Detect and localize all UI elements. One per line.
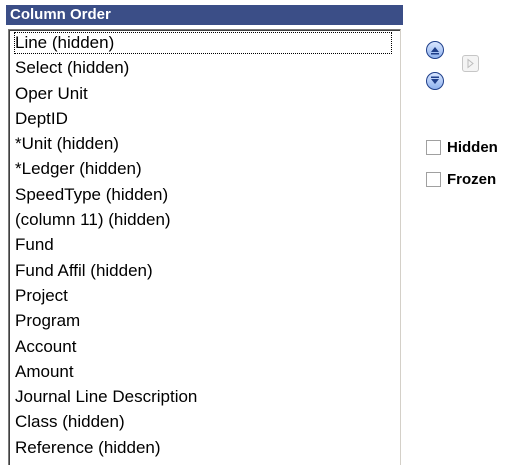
list-item[interactable]: Journal Line Description <box>9 384 400 409</box>
list-item[interactable]: Reference (hidden) <box>9 435 400 460</box>
arrow-down-icon <box>431 76 439 84</box>
hidden-option: Hidden <box>426 137 498 157</box>
column-order-page: Column Order Line (hidden) Select (hidde… <box>0 0 506 465</box>
list-item[interactable]: Fund Affil (hidden) <box>9 258 400 283</box>
list-item[interactable]: SpeedType (hidden) <box>9 182 400 207</box>
list-item[interactable]: Project <box>9 283 400 308</box>
list-item[interactable]: *Ledger (hidden) <box>9 156 400 181</box>
panel-title: Column Order <box>6 5 403 25</box>
list-item[interactable]: Oper Unit <box>9 81 400 106</box>
move-right-button[interactable] <box>462 55 479 72</box>
list-item[interactable]: Amount <box>9 359 400 384</box>
list-item[interactable]: Program <box>9 308 400 333</box>
list-item[interactable]: *Unit (hidden) <box>9 131 400 156</box>
hidden-label: Hidden <box>447 138 498 156</box>
arrow-right-icon <box>467 58 474 69</box>
list-item[interactable]: Account <box>9 334 400 359</box>
list-item[interactable]: Class (hidden) <box>9 409 400 434</box>
hidden-checkbox[interactable] <box>426 139 441 155</box>
frozen-option: Frozen <box>426 169 496 189</box>
list-item[interactable]: Select (hidden) <box>9 55 400 80</box>
list-item[interactable]: DeptID <box>9 106 400 131</box>
list-item[interactable]: (column 11) (hidden) <box>9 207 400 232</box>
arrow-up-icon <box>431 47 439 55</box>
list-item[interactable]: Fund <box>9 232 400 257</box>
frozen-checkbox[interactable] <box>426 171 441 187</box>
list-item[interactable]: Line (hidden) <box>9 30 400 55</box>
move-down-button[interactable] <box>426 72 444 90</box>
column-order-listbox[interactable]: Line (hidden) Select (hidden) Oper Unit … <box>8 29 401 465</box>
frozen-label: Frozen <box>447 170 497 188</box>
move-up-button[interactable] <box>426 41 444 59</box>
